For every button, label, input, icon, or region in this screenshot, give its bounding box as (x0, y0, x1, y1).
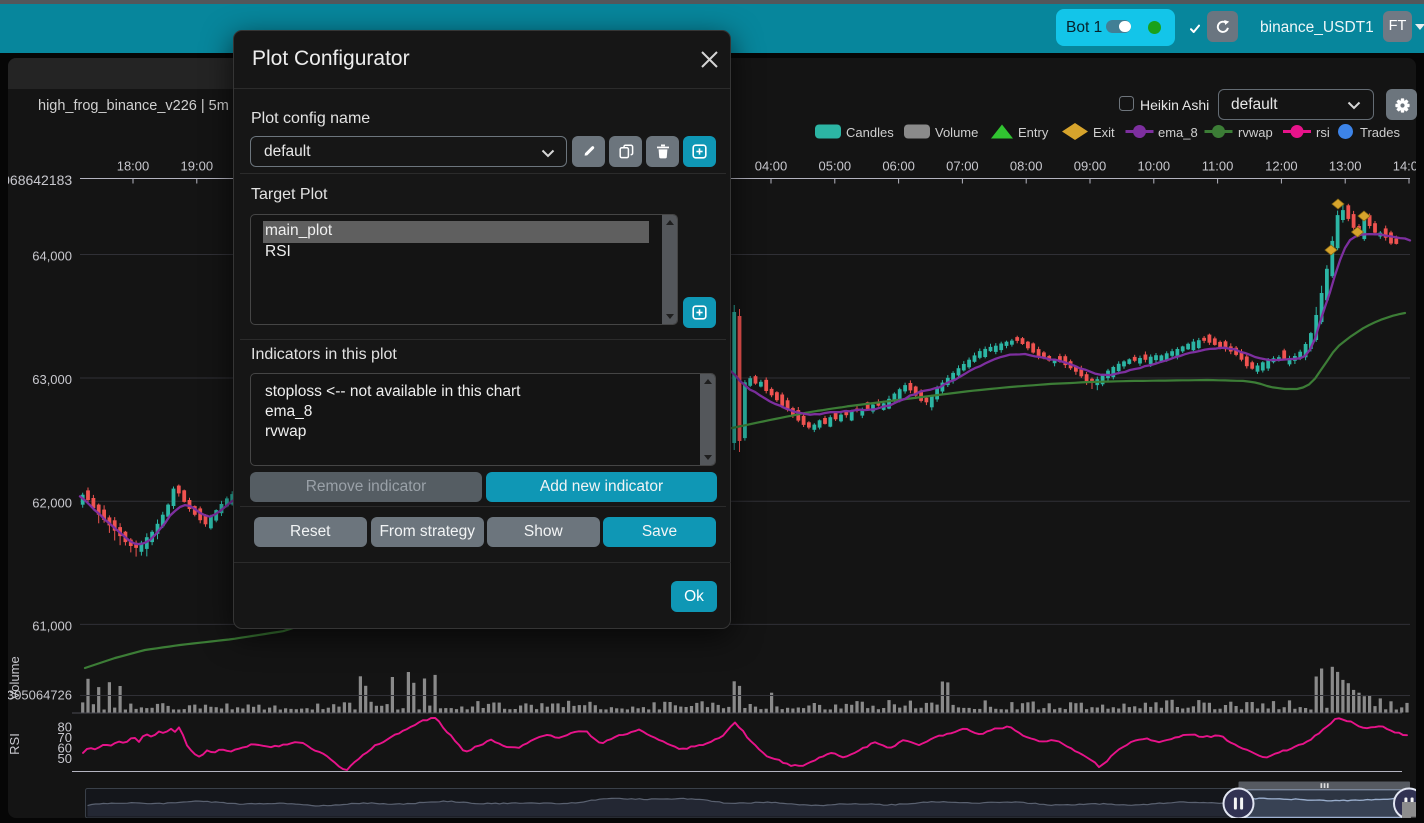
svg-text:RSI: RSI (8, 733, 22, 755)
svg-text:Exit: Exit (1093, 125, 1115, 140)
svg-text:Candles: Candles (846, 125, 894, 140)
svg-text:09:00: 09:00 (1074, 159, 1107, 174)
svg-text:19:00: 19:00 (181, 159, 214, 174)
svg-text:61,000: 61,000 (32, 618, 72, 633)
svg-text:06:00: 06:00 (882, 159, 915, 174)
svg-text:Trades: Trades (1360, 125, 1400, 140)
svg-text:Volume: Volume (8, 656, 22, 699)
svg-text:05:00: 05:00 (819, 159, 852, 174)
svg-text:64,000: 64,000 (32, 249, 72, 264)
svg-text:62,000: 62,000 (32, 495, 72, 510)
svg-text:high_frog_binance_v226 | 5m: high_frog_binance_v226 | 5m (38, 98, 229, 114)
svg-text:14:00: 14:00 (1393, 159, 1416, 174)
svg-text:18:00: 18:00 (117, 159, 150, 174)
svg-text:50: 50 (58, 751, 72, 766)
svg-text:04:00: 04:00 (755, 159, 788, 174)
svg-text:Volume: Volume (935, 125, 978, 140)
svg-text:10:00: 10:00 (1138, 159, 1171, 174)
svg-text:08:00: 08:00 (1010, 159, 1043, 174)
svg-text:13:00: 13:00 (1329, 159, 1362, 174)
svg-text:rsi: rsi (1316, 125, 1330, 140)
svg-text:068642183: 068642183 (8, 172, 72, 188)
svg-text:11:00: 11:00 (1202, 159, 1234, 174)
svg-text:Entry: Entry (1018, 125, 1049, 140)
svg-text:07:00: 07:00 (946, 159, 979, 174)
svg-text:rvwap: rvwap (1238, 125, 1273, 140)
svg-text:12:00: 12:00 (1265, 159, 1298, 174)
svg-text:ema_8: ema_8 (1158, 125, 1198, 140)
svg-text:63,000: 63,000 (32, 372, 72, 387)
